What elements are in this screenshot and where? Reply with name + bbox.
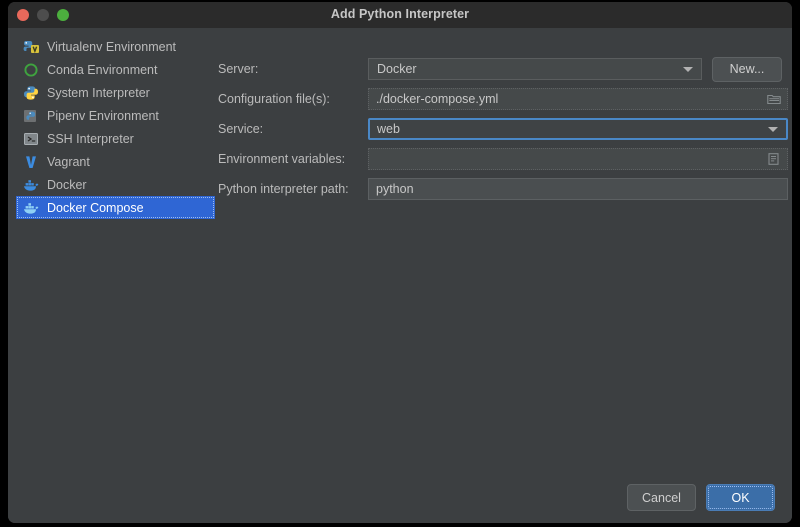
environment-variables-label: Environment variables:	[218, 152, 346, 166]
sidebar-item-vagrant[interactable]: Vagrant	[16, 150, 215, 173]
sidebar-item-label: Pipenv Environment	[47, 108, 159, 123]
configuration-files-input[interactable]: ./docker-compose.yml	[368, 88, 788, 110]
configuration-files-value: ./docker-compose.yml	[376, 92, 499, 106]
sidebar-item-conda-environment[interactable]: Conda Environment	[16, 58, 215, 81]
python-icon	[23, 85, 39, 101]
new-server-button[interactable]: New...	[712, 56, 782, 82]
environment-variables-row: Environment variables:	[218, 148, 788, 170]
vagrant-icon	[23, 154, 39, 170]
docker-whale-icon	[23, 177, 39, 193]
python-interpreter-path-row: Python interpreter path: python	[218, 178, 788, 200]
service-label: Service:	[218, 122, 264, 136]
sidebar-item-label: Docker Compose	[47, 200, 144, 215]
dialog-body: Virtualenv Environment Conda Environment	[8, 28, 792, 523]
window-title: Add Python Interpreter	[330, 7, 470, 21]
python-interpreter-path-input[interactable]: python	[368, 178, 788, 200]
configuration-files-label: Configuration file(s):	[218, 92, 330, 106]
sidebar-item-label: Virtualenv Environment	[47, 39, 177, 54]
sidebar-item-label: Conda Environment	[47, 62, 158, 77]
python-interpreter-path-label: Python interpreter path:	[218, 182, 349, 196]
sidebar-item-ssh-interpreter[interactable]: SSH Interpreter	[16, 127, 215, 150]
chevron-down-icon	[768, 127, 778, 132]
sidebar-item-docker[interactable]: Docker	[16, 173, 215, 196]
cancel-button[interactable]: Cancel	[627, 484, 696, 511]
sidebar-item-system-interpreter[interactable]: System Interpreter	[16, 81, 215, 104]
sidebar-item-pipenv-environment[interactable]: Pipenv Environment	[16, 104, 215, 127]
list-edit-icon[interactable]	[767, 153, 781, 166]
sidebar-item-label: SSH Interpreter	[47, 131, 134, 146]
conda-icon	[23, 62, 39, 78]
configuration-files-row: Configuration file(s): ./docker-compose.…	[218, 88, 788, 110]
ok-button[interactable]: OK	[706, 484, 775, 511]
service-dropdown[interactable]: web	[368, 118, 788, 140]
server-dropdown[interactable]: Docker	[368, 58, 702, 80]
sidebar-item-virtualenv-environment[interactable]: Virtualenv Environment	[16, 35, 215, 58]
sidebar-item-label: Vagrant	[47, 154, 90, 169]
ssh-terminal-icon	[23, 131, 39, 147]
sidebar-item-label: Docker	[47, 177, 87, 192]
python-interpreter-path-value: python	[376, 182, 414, 196]
pipenv-icon	[23, 108, 39, 124]
service-row: Service: web	[218, 118, 788, 140]
server-value: Docker	[377, 62, 417, 76]
docker-compose-icon	[23, 200, 39, 216]
environment-variables-input[interactable]	[368, 148, 788, 170]
virtualenv-icon	[23, 39, 39, 55]
interpreter-settings-form: Server: Docker New... Configuration file…	[218, 56, 788, 208]
add-python-interpreter-dialog: Add Python Interpreter Virtualenv Enviro…	[8, 2, 792, 523]
sidebar-item-label: System Interpreter	[47, 85, 150, 100]
dialog-footer: Cancel OK	[627, 484, 775, 511]
interpreter-type-list[interactable]: Virtualenv Environment Conda Environment	[16, 35, 215, 515]
title-bar: Add Python Interpreter	[8, 2, 792, 28]
sidebar-item-docker-compose[interactable]: Docker Compose	[16, 196, 215, 219]
folder-icon[interactable]	[767, 93, 781, 106]
server-label: Server:	[218, 62, 259, 76]
service-value: web	[377, 122, 400, 136]
server-row: Server: Docker New...	[218, 56, 788, 82]
chevron-down-icon	[683, 67, 693, 72]
